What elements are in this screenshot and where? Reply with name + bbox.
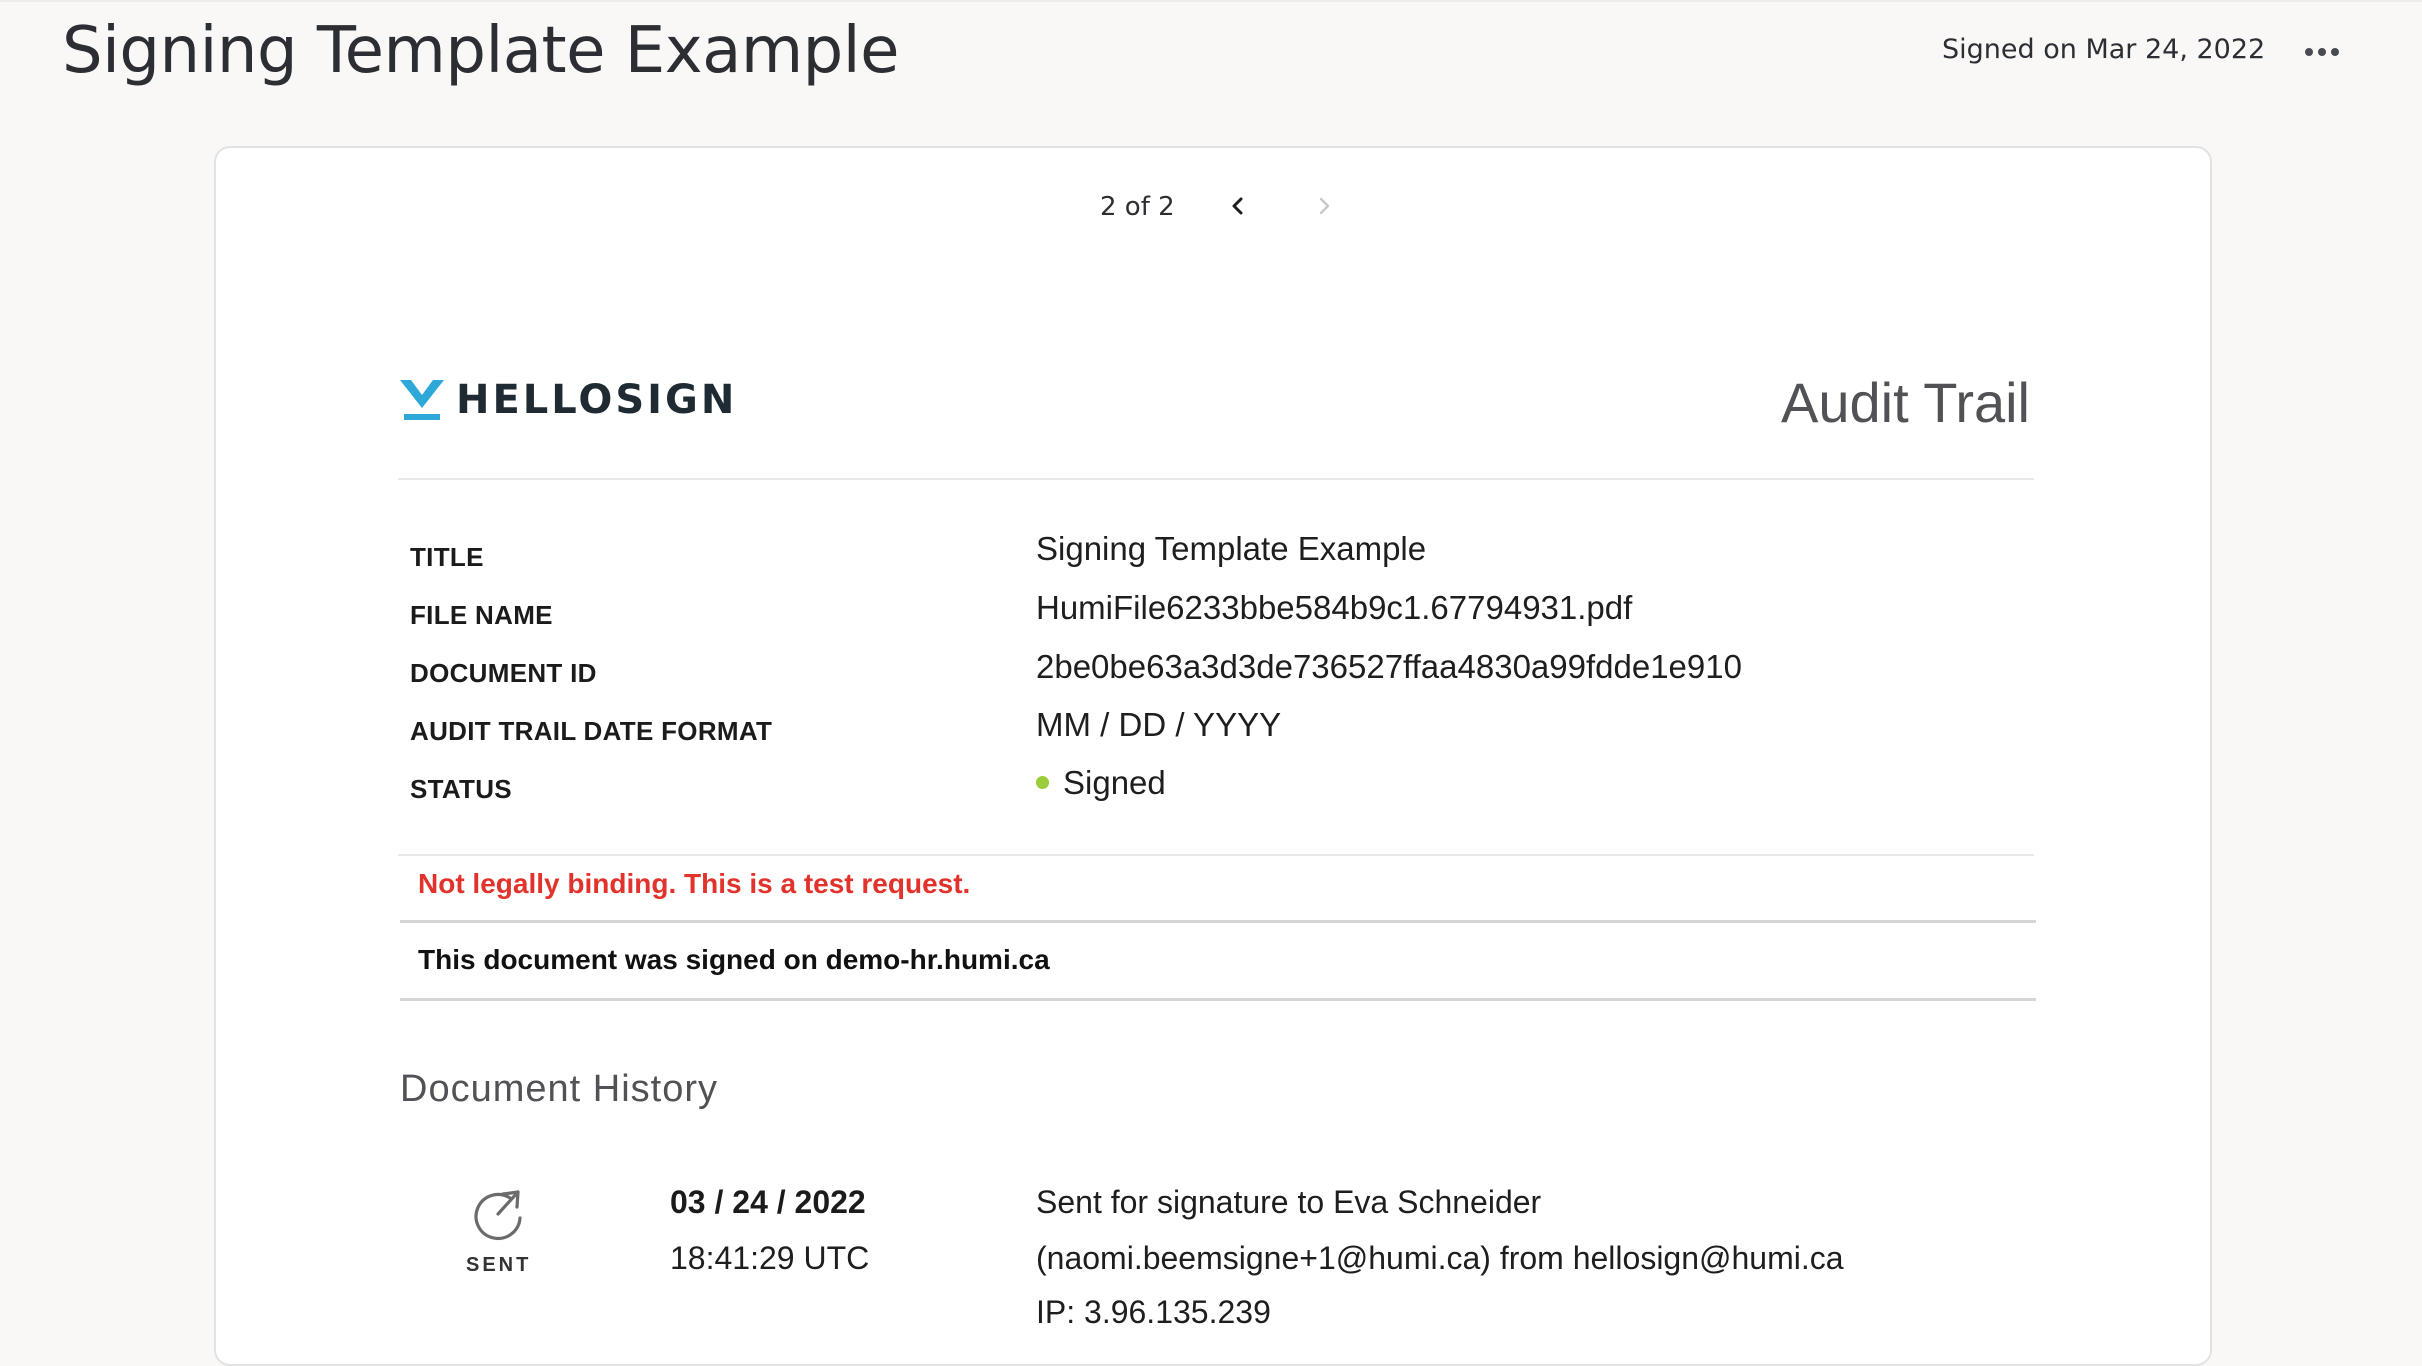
history-event-line: (naomi.beemsigne+1@humi.ca) from hellosi… — [1036, 1240, 1844, 1276]
more-options-button[interactable] — [2296, 28, 2348, 76]
signed-on-domain-text: This document was signed on demo-hr.humi… — [418, 944, 1050, 975]
more-dot — [2331, 48, 2339, 56]
status-text: Signed — [1063, 764, 1166, 801]
signed-date-label: Signed on Mar 24, 2022 — [1942, 34, 2266, 65]
hellosign-logo: HELLOSIGN — [398, 374, 737, 426]
history-event-line: IP: 3.96.135.239 — [1036, 1294, 1271, 1330]
meta-value-title: Signing Template Example — [1036, 530, 1427, 567]
test-request-warning: Not legally binding. This is a test requ… — [418, 868, 971, 899]
status-dot-icon — [1036, 775, 1049, 789]
document-viewer[interactable]: 2 of 2 HELLOSIGN Audit Trail TITLE Signi… — [214, 146, 2212, 1366]
meta-value-file-name: HumiFile6233bbe584b9c1.67794931.pdf — [1036, 589, 1633, 626]
meta-label-date-format: AUDIT TRAIL DATE FORMAT — [410, 716, 773, 746]
top-border — [0, 0, 2422, 2]
history-event-type: SENT — [466, 1254, 532, 1276]
brand-wordmark: HELLOSIGN — [456, 377, 738, 423]
meta-label-document-id: DOCUMENT ID — [410, 658, 597, 688]
page-title: Signing Template Example — [62, 14, 899, 88]
meta-label-file-name: FILE NAME — [410, 600, 553, 630]
audit-trail-heading: Audit Trail — [1781, 371, 2030, 434]
meta-label-status: STATUS — [410, 774, 512, 804]
meta-value-document-id: 2be0be63a3d3de736527ffaa4830a99fdde1e910 — [1036, 648, 1742, 685]
divider — [398, 854, 2034, 856]
sent-arrow-icon — [474, 1190, 522, 1241]
document-history-title: Document History — [400, 1068, 718, 1110]
more-horizontal-icon — [2305, 48, 2313, 56]
history-event-line: Sent for signature to Eva Schneider — [1036, 1184, 1542, 1220]
meta-label-title: TITLE — [410, 542, 484, 572]
hellosign-mark-icon — [400, 380, 444, 420]
document-page: HELLOSIGN Audit Trail TITLE Signing Temp… — [216, 148, 2210, 1364]
meta-value-status: Signed — [1036, 764, 1166, 802]
divider — [400, 920, 2036, 923]
divider — [398, 478, 2034, 480]
divider — [400, 998, 2036, 1001]
history-event-date: 03 / 24 / 2022 — [670, 1184, 866, 1220]
more-dot — [2318, 48, 2326, 56]
meta-value-date-format: MM / DD / YYYY — [1036, 706, 1282, 743]
history-event-time: 18:41:29 UTC — [670, 1240, 870, 1276]
